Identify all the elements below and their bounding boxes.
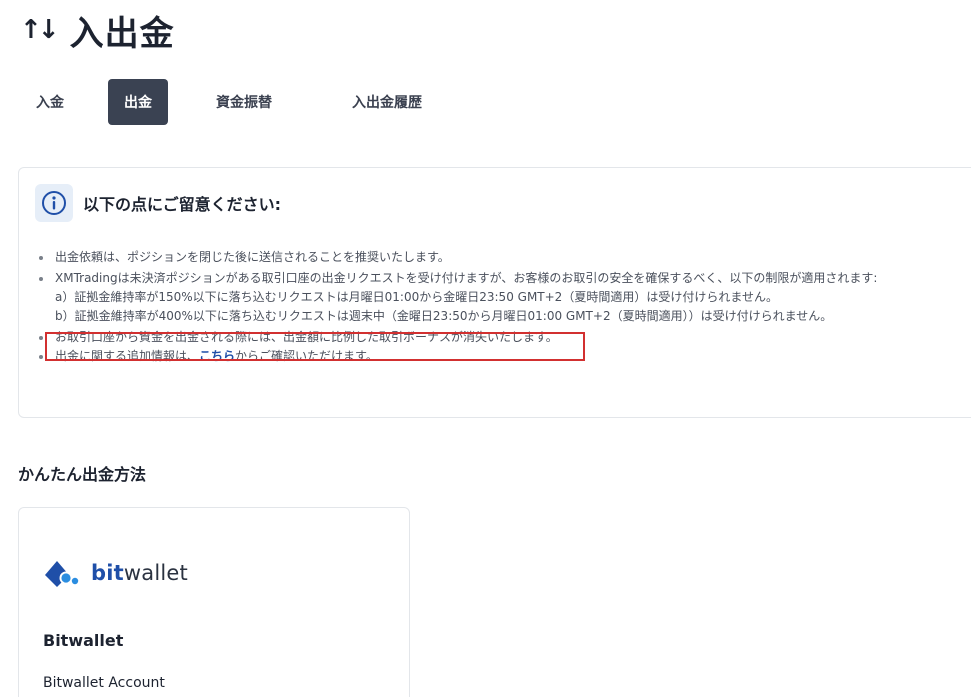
notice-item-text: XMTradingは未決済ポジションがある取引口座の出金リクエストを受け付けます… — [55, 271, 878, 285]
notice-item-text: お取引口座から資金を出金される際には、出金額に比例した取引ボーナスが消失いたしま… — [55, 330, 558, 344]
notice-restriction-b: b）証拠金維持率が400%以下に落ち込むリクエストは週末中（金曜日23:50から… — [55, 309, 833, 323]
tab-withdraw[interactable]: 出金 — [108, 79, 168, 125]
notice-item-text: からご確認いただけます。 — [235, 349, 378, 363]
tab-bar: 入金 出金 資金振替 入出金履歴 — [20, 79, 438, 125]
withdrawal-page: ↑↓ 入出金 入金 出金 資金振替 入出金履歴 以下の点にご留意ください: 出金… — [0, 0, 971, 697]
notice-item-recommendation: 出金依頼は、ポジションを閉じた後に送信されることを推奨いたします。 — [39, 248, 877, 267]
page-title: 入出金 — [69, 13, 175, 54]
notice-item-restrictions: XMTradingは未決済ポジションがある取引口座の出金リクエストを受け付けます… — [39, 269, 877, 326]
page-header: ↑↓ 入出金 — [20, 6, 175, 54]
bitwallet-wordmark: bitwallet — [91, 561, 188, 585]
notice-item-bonus: お取引口座から資金を出金される際には、出金額に比例した取引ボーナスが消失いたしま… — [39, 328, 877, 347]
notice-item-text: 出金に関する追加情報は、 — [55, 349, 200, 363]
more-info-link[interactable]: こちら — [199, 349, 235, 363]
tab-fund-transfer[interactable]: 資金振替 — [200, 79, 288, 125]
method-name: Bitwallet — [43, 631, 124, 650]
notice-restriction-a: a）証拠金維持率が150%以下に落ち込むリクエストは月曜日01:00から金曜日2… — [55, 290, 778, 304]
tab-deposit[interactable]: 入金 — [20, 79, 80, 125]
bitwallet-logo-icon — [45, 561, 79, 587]
notice-card: 以下の点にご留意ください: 出金依頼は、ポジションを閉じた後に送信されることを推… — [18, 167, 971, 418]
bitwallet-logo: bitwallet — [43, 558, 188, 588]
notice-title: 以下の点にご留意ください: — [83, 195, 282, 214]
method-subtitle: Bitwallet Account — [43, 675, 165, 691]
info-icon — [35, 184, 73, 222]
bitwallet-method-card[interactable]: bitwallet Bitwallet Bitwallet Account — [18, 507, 410, 697]
notice-header: 以下の点にご留意ください: — [35, 184, 281, 222]
section-title: かんたん出金方法 — [18, 465, 147, 484]
notice-item-more-info: 出金に関する追加情報は、こちらからご確認いただけます。 — [39, 347, 877, 366]
transfer-arrows-icon: ↑↓ — [20, 15, 60, 45]
notice-list: 出金依頼は、ポジションを閉じた後に送信されることを推奨いたします。 XMTrad… — [39, 248, 877, 366]
tab-history[interactable]: 入出金履歴 — [336, 79, 438, 125]
notice-item-text: 出金依頼は、ポジションを閉じた後に送信されることを推奨いたします。 — [55, 250, 450, 264]
